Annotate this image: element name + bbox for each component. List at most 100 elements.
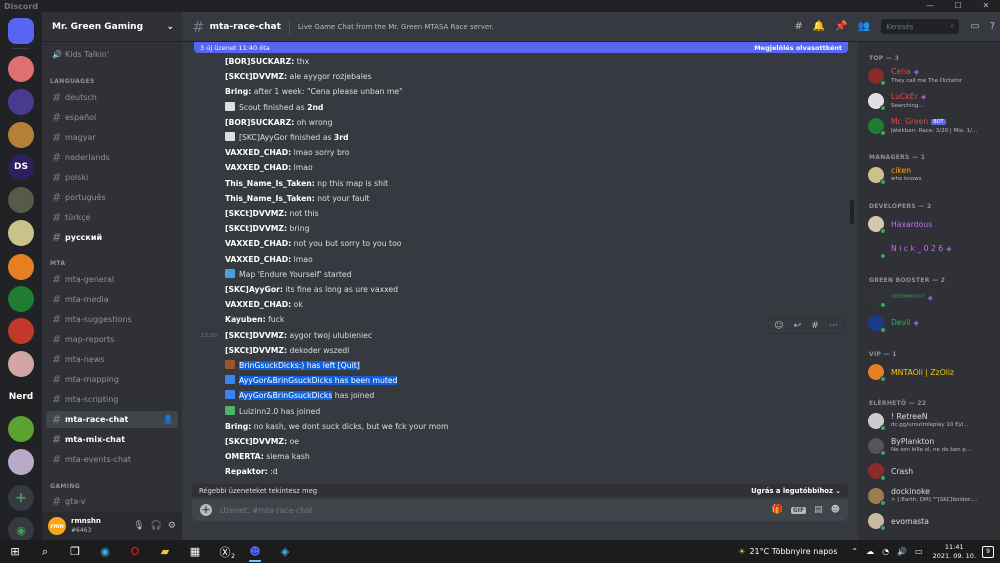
channel-português[interactable]: # português xyxy=(46,189,178,206)
channel-mta-mix-chat[interactable]: # mta-mix-chat xyxy=(46,431,178,448)
member-item[interactable]: ! RetreeN dc.gg/umutroleplay 10 Eyl... xyxy=(868,411,998,431)
channel-kids-talkin[interactable]: 🔊 Kids Talkin' xyxy=(46,46,178,63)
channel-mta-scripting[interactable]: # mta-scripting xyxy=(46,391,178,408)
channel-mta-news[interactable]: # mta-news xyxy=(46,351,178,368)
server-icon-6[interactable] xyxy=(8,220,34,246)
threads-icon[interactable]: # xyxy=(794,21,802,32)
server-icon-3[interactable] xyxy=(8,122,34,148)
channel-español[interactable]: # español xyxy=(46,109,178,126)
search-input[interactable]: Keresés ⌕ xyxy=(881,19,960,34)
channel-map-reports[interactable]: # map-reports xyxy=(46,331,178,348)
headphones-icon[interactable]: 🎧 xyxy=(151,521,162,531)
help-icon[interactable]: ? xyxy=(990,21,995,32)
channel-deutsch[interactable]: # deutsch xyxy=(46,89,178,106)
server-icon-2[interactable] xyxy=(8,89,34,115)
channel-mta-events-chat[interactable]: # mta-events-chat xyxy=(46,451,178,468)
pin-icon[interactable]: 📌 xyxy=(835,21,847,32)
server-icon-11[interactable]: Nerd xyxy=(8,384,34,410)
message-author[interactable]: VAXXED_CHAD: xyxy=(225,163,291,172)
message-author[interactable]: Bring: xyxy=(225,87,251,96)
channel-русский[interactable]: # русский xyxy=(46,229,178,246)
member-item[interactable]: N i c k _ 0 2 6 ◈ xyxy=(868,239,998,259)
edge-icon[interactable]: ◉ xyxy=(90,540,120,563)
server-icon-13[interactable] xyxy=(8,449,34,475)
channel-mta-race-chat[interactable]: # mta-race-chat 👤 xyxy=(46,411,178,428)
add-reaction-icon[interactable]: ☺ xyxy=(774,321,783,331)
gif-button[interactable]: GIF xyxy=(790,506,807,514)
message-author[interactable]: Repaktor: xyxy=(225,467,268,476)
server-icon-10[interactable] xyxy=(8,351,34,377)
category-gaming[interactable]: GAMING xyxy=(50,483,80,490)
member-item[interactable]: MNTAOli | ZzOliz xyxy=(868,362,998,382)
microphone-icon[interactable]: 🎙 xyxy=(133,521,144,531)
reply-icon[interactable]: ↩ xyxy=(794,321,802,331)
message-author[interactable]: [SKCt]DVVMZ: xyxy=(225,209,287,218)
gear-icon[interactable]: ⚙ xyxy=(168,521,176,531)
message-author[interactable]: OMERTA: xyxy=(225,452,264,461)
opera-icon[interactable]: O xyxy=(120,540,150,563)
thread-icon[interactable]: # xyxy=(811,321,819,331)
avatar[interactable]: rmn xyxy=(48,517,66,535)
message-author[interactable]: [SKCt]DVVMZ: xyxy=(225,331,287,340)
message-author[interactable]: VAXXED_CHAD: xyxy=(225,300,291,309)
member-item[interactable]: dockinoke > [:Earth: DM] ""[SKC]bolder:..… xyxy=(868,486,998,506)
channel-mta-media[interactable]: # mta-media xyxy=(46,291,178,308)
new-messages-bar[interactable]: 3 új üzenet 11:40 óta Megjelölés olvasot… xyxy=(194,42,848,53)
plus-icon[interactable]: + xyxy=(200,504,212,516)
minimize-button[interactable]: — xyxy=(916,0,944,12)
close-button[interactable]: ✕ xyxy=(972,0,1000,12)
weather-widget[interactable]: ☀ 21°C Többnyire napos xyxy=(738,547,837,556)
member-item[interactable]: ByPlankton Ne sen kille ol, ne de ben p..… xyxy=(868,436,998,456)
inbox-icon[interactable]: ▭ xyxy=(970,21,979,32)
task-view-icon[interactable]: ❐ xyxy=(60,540,90,563)
message-input[interactable] xyxy=(220,505,764,515)
member-item[interactable]: Cena ◈ They call me The Dictator xyxy=(868,66,998,86)
mark-as-read-button[interactable]: Megjelölés olvasottként xyxy=(754,44,842,52)
message-author[interactable]: [SKCt]DVVMZ: xyxy=(225,72,287,81)
message-author[interactable]: VAXXED_CHAD: xyxy=(225,239,291,248)
channel-nederlands[interactable]: # nederlands xyxy=(46,149,178,166)
jump-to-present-button[interactable]: Ugrás a legutóbbihoz ⌄ xyxy=(751,487,841,495)
member-item[interactable]: Devil ◈ xyxy=(868,313,998,333)
message-author[interactable]: This_Name_Is_Taken: xyxy=(225,179,315,188)
message-author[interactable]: Bring: xyxy=(225,422,251,431)
store-icon[interactable]: ▦ xyxy=(180,540,210,563)
add-server-icon[interactable]: + xyxy=(8,485,34,511)
member-item[interactable]: LuCkEr ◈ Searching... xyxy=(868,91,998,111)
system-clock[interactable]: 11:41 2021. 09. 10. xyxy=(933,543,976,561)
channel-gta-v[interactable]: # gta-v xyxy=(46,493,178,510)
category-mta[interactable]: MTA xyxy=(50,260,65,267)
server-icon-5[interactable] xyxy=(8,187,34,213)
server-icon-1[interactable] xyxy=(8,56,34,82)
add-member-icon[interactable]: 👤 xyxy=(163,415,173,424)
chevron-up-icon[interactable]: ⌃ xyxy=(851,547,858,556)
member-item[interactable]: ciken who knows xyxy=(868,165,998,185)
volume-icon[interactable]: 🔊 xyxy=(897,547,907,556)
message-author[interactable]: This_Name_Is_Taken: xyxy=(225,194,315,203)
member-item[interactable]: ᴳᴿᴱᴱᴺᴮᴼᴼˢᵀ ◈ xyxy=(868,288,998,308)
server-icon-7[interactable] xyxy=(8,254,34,280)
sticker-icon[interactable]: ▤ xyxy=(814,505,823,515)
maximize-button[interactable]: ☐ xyxy=(944,0,972,12)
search-icon[interactable]: ⌕ xyxy=(30,540,60,563)
folder-icon[interactable]: ▰ xyxy=(150,540,180,563)
member-item[interactable]: Crash xyxy=(868,461,998,481)
channel-magyar[interactable]: # magyar xyxy=(46,129,178,146)
message-author[interactable]: [BOR]SUCKARZ: xyxy=(225,118,294,127)
server-header[interactable]: Mr. Green Gaming ⌄ xyxy=(42,12,182,42)
notification-center-icon[interactable]: 9 xyxy=(982,545,994,558)
member-item[interactable]: Mr. Green BOT Játékban: Race: 3/20 | Mix: … xyxy=(868,116,998,136)
discord-taskbar-icon[interactable]: ☻ xyxy=(240,540,270,563)
server-icon-4[interactable]: DS xyxy=(8,154,34,180)
member-item[interactable]: Haxardous xyxy=(868,214,998,234)
message-author[interactable]: [BOR]SUCKARZ: xyxy=(225,57,294,66)
message-author[interactable]: [SKCt]DVVMZ: xyxy=(225,346,287,355)
server-icon-0[interactable] xyxy=(8,18,34,44)
network-icon[interactable]: ◔ xyxy=(882,547,889,556)
members-icon[interactable]: 👥 xyxy=(858,21,870,32)
member-item[interactable]: evomasta xyxy=(868,511,998,531)
server-icon-12[interactable] xyxy=(8,416,34,442)
channel-türkçe[interactable]: # türkçe xyxy=(46,209,178,226)
message-author[interactable]: Kayuben: xyxy=(225,315,266,324)
message-author[interactable]: [SKCt]DVVMZ: xyxy=(225,224,287,233)
